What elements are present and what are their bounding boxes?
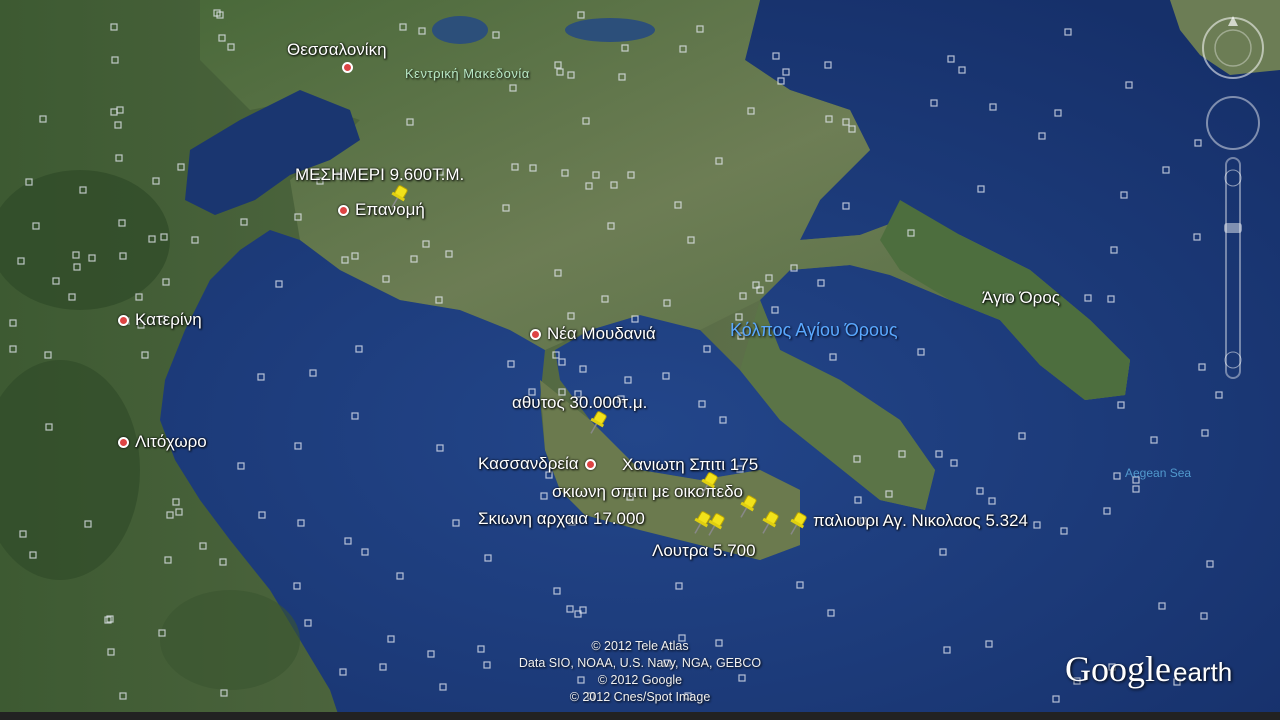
pushpin-icon[interactable] [697,471,719,497]
attribution: © 2012 Tele Atlas Data SIO, NOAA, U.S. N… [500,638,780,706]
gulf-label: Κόλπος Αγίου Όρους [730,320,898,340]
navigation-compass-icon [1202,16,1264,79]
place-dot-icon [338,204,349,216]
place-kassandreia[interactable]: Κασσανδρεία [478,454,596,474]
map-view[interactable]: Κεντρική Μακεδονία Κόλπος Αγίου Όρους Ae… [0,0,1280,720]
pushpin-icon[interactable] [387,184,409,210]
terrain-layer [0,0,1280,720]
navigation-controls[interactable] [1198,8,1268,388]
logo-google: Google [1065,649,1171,689]
poi-label-skioni-ancient[interactable]: Σκιωνη αρχαια 17.000 [478,509,645,529]
zoom-control-icon [1224,157,1242,379]
credit-line: © 2012 Cnes/Spot Image [569,690,711,704]
place-label: Λιτόχωρο [135,432,207,451]
logo-earth: earth [1172,657,1233,687]
place-katerini[interactable]: Κατερίνη [118,310,202,330]
place-dot-icon [118,314,129,326]
place-thessaloniki[interactable]: Θεσσαλονίκη [287,40,387,60]
place-dot-icon[interactable] [342,62,353,73]
pushpin-icon[interactable] [736,494,758,520]
credit-line: © 2012 Google [597,673,683,687]
athos-label: Άγιο Όρος [982,288,1060,307]
place-label: Θεσσαλονίκη [287,40,387,59]
place-dot-icon [530,328,541,340]
place-epanomi[interactable]: Επανομή [338,200,425,220]
pushpin-icon[interactable] [758,510,780,536]
poi-label-chaniotis[interactable]: Χανιωτη Σπιτι 175 [622,455,758,475]
place-label: Κασσανδρεία [478,454,579,473]
region-label: Κεντρική Μακεδονία [405,66,530,81]
google-earth-logo: Googleearth [1065,648,1232,690]
place-label: Νέα Μουδανιά [547,324,656,343]
credit-line: Data SIO, NOAA, U.S. Navy, NGA, GEBCO [518,656,762,670]
status-bar [0,712,1280,720]
aegean-sea-label: Aegean Sea [1125,466,1192,480]
poi-label-loutra[interactable]: Λουτρα 5.700 [652,541,756,561]
place-litochoro[interactable]: Λιτόχωρο [118,432,207,452]
place-dot-icon [584,458,596,470]
pushpin-icon[interactable] [786,511,808,537]
place-nea-moudania[interactable]: Νέα Μουδανιά [530,324,656,344]
poi-label-paliouri[interactable]: παλιουρι Αγ. Νικολαος 5.324 [813,511,1028,531]
credit-line: © 2012 Tele Atlas [591,639,689,653]
pushpin-icon[interactable] [704,512,726,538]
poi-label-mesimeri[interactable]: ΜΕΣΗΜΕΡΙ 9.600Τ.Μ. [295,165,464,185]
poi-label-athytos[interactable]: αθυτος 30.000τ.μ. [512,393,647,413]
place-label: Κατερίνη [135,310,202,329]
place-dot-icon [118,436,129,448]
look-joystick-icon [1206,96,1260,150]
pushpin-icon[interactable] [586,410,608,436]
